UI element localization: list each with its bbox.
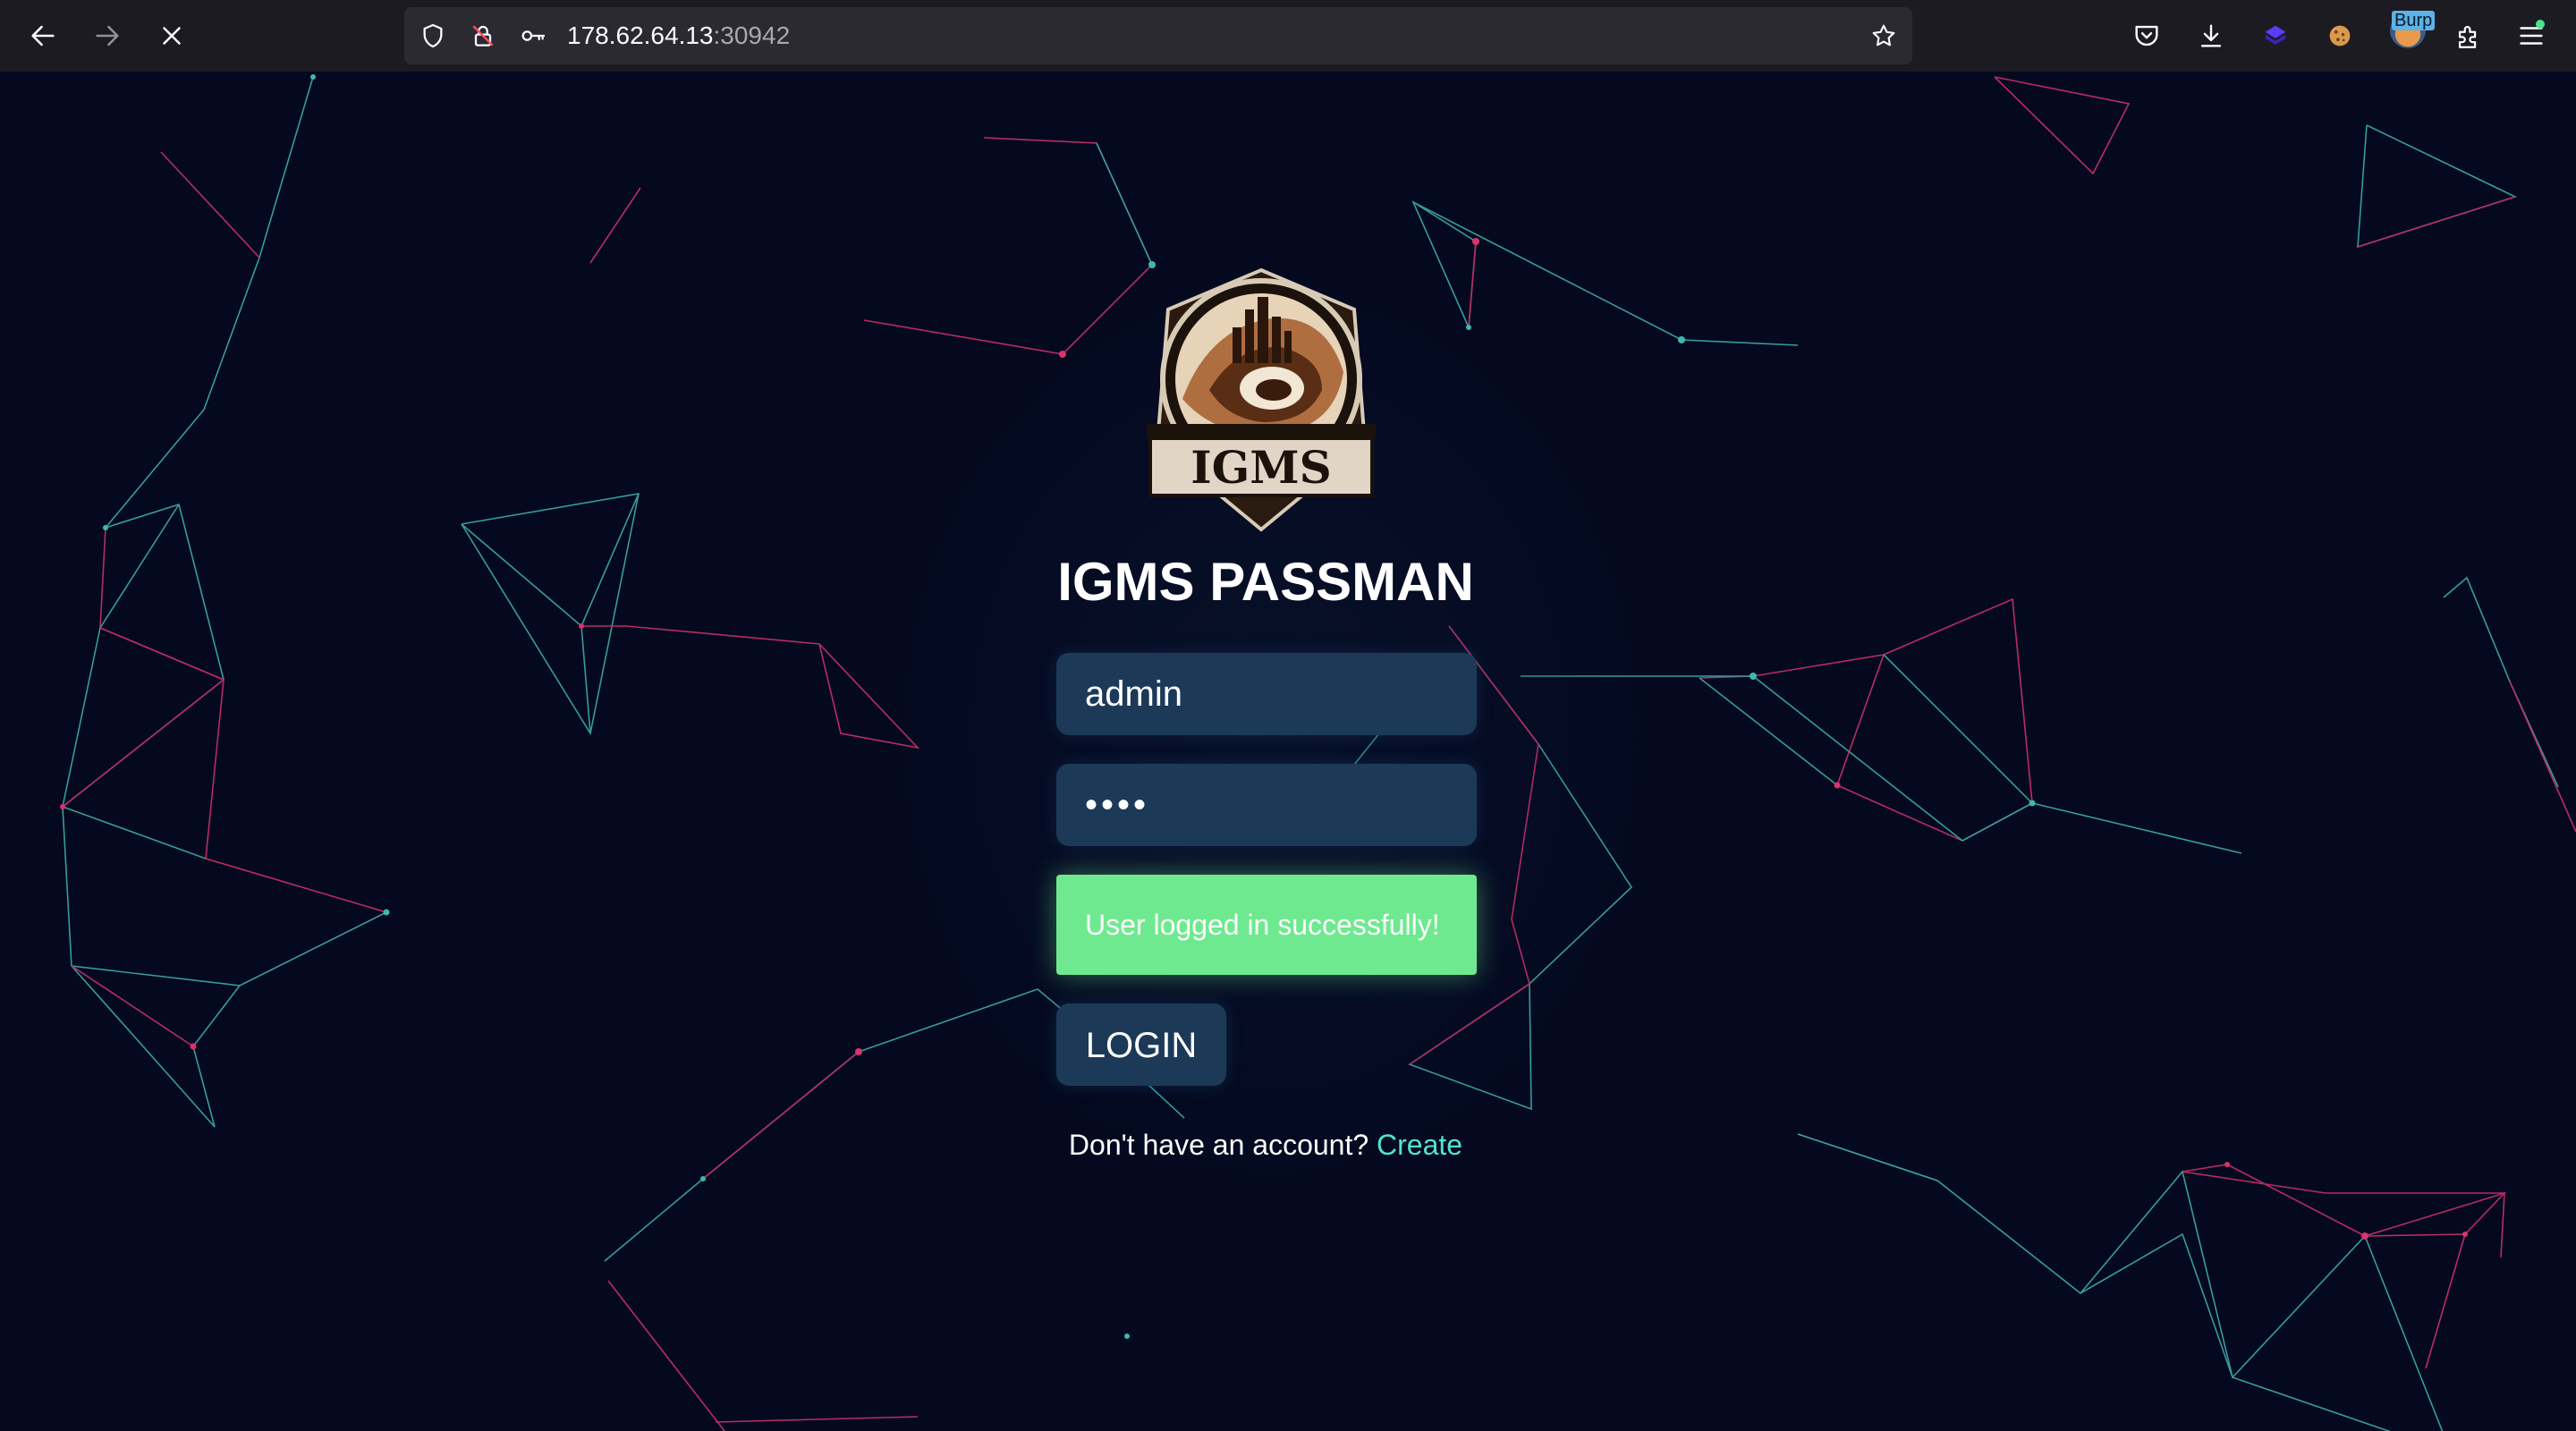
back-button[interactable] bbox=[21, 14, 64, 57]
key-icon[interactable] bbox=[517, 20, 549, 52]
igms-logo: IGMS bbox=[1147, 267, 1376, 532]
forward-arrow-icon bbox=[96, 25, 119, 47]
star-icon[interactable] bbox=[1868, 20, 1900, 52]
username-field[interactable] bbox=[1056, 653, 1477, 735]
update-indicator bbox=[2536, 20, 2545, 29]
logo-text: IGMS bbox=[1191, 441, 1332, 494]
download-icon[interactable] bbox=[2193, 18, 2229, 54]
url-text[interactable]: 178.62.64.13:30942 bbox=[567, 7, 790, 64]
cookie-icon[interactable] bbox=[2322, 18, 2358, 54]
forward-button[interactable] bbox=[86, 14, 129, 57]
success-message: User logged in successfully! bbox=[1056, 875, 1477, 975]
password-field[interactable] bbox=[1056, 764, 1477, 846]
insecure-lock-icon[interactable] bbox=[467, 20, 499, 52]
stop-button[interactable] bbox=[150, 14, 193, 57]
url-port: :30942 bbox=[713, 21, 791, 49]
cube-extension-icon[interactable] bbox=[2258, 18, 2293, 54]
url-bar[interactable]: 178.62.64.13:30942 bbox=[404, 7, 1912, 64]
login-button[interactable]: LOGIN bbox=[1056, 1003, 1226, 1086]
url-host: 178.62.64.13 bbox=[567, 21, 714, 49]
browser-toolbar: 178.62.64.13:30942 Burp bbox=[0, 0, 2576, 72]
page-title: IGMS PASSMAN bbox=[1057, 552, 1474, 612]
signup-prompt: Don't have an account? bbox=[1068, 1129, 1369, 1161]
page-content: IGMS IGMS PASSMAN User logged in success… bbox=[0, 72, 2576, 1431]
pocket-icon[interactable] bbox=[2129, 18, 2165, 54]
back-arrow-icon bbox=[31, 25, 55, 47]
signup-line: Don't have an account? Create bbox=[0, 1129, 2531, 1162]
shield-icon[interactable] bbox=[417, 20, 449, 52]
burp-badge-label: Burp bbox=[2392, 11, 2436, 30]
stop-loading-icon bbox=[163, 27, 181, 45]
puzzle-icon[interactable] bbox=[2451, 18, 2487, 54]
create-account-link[interactable]: Create bbox=[1377, 1129, 1462, 1161]
